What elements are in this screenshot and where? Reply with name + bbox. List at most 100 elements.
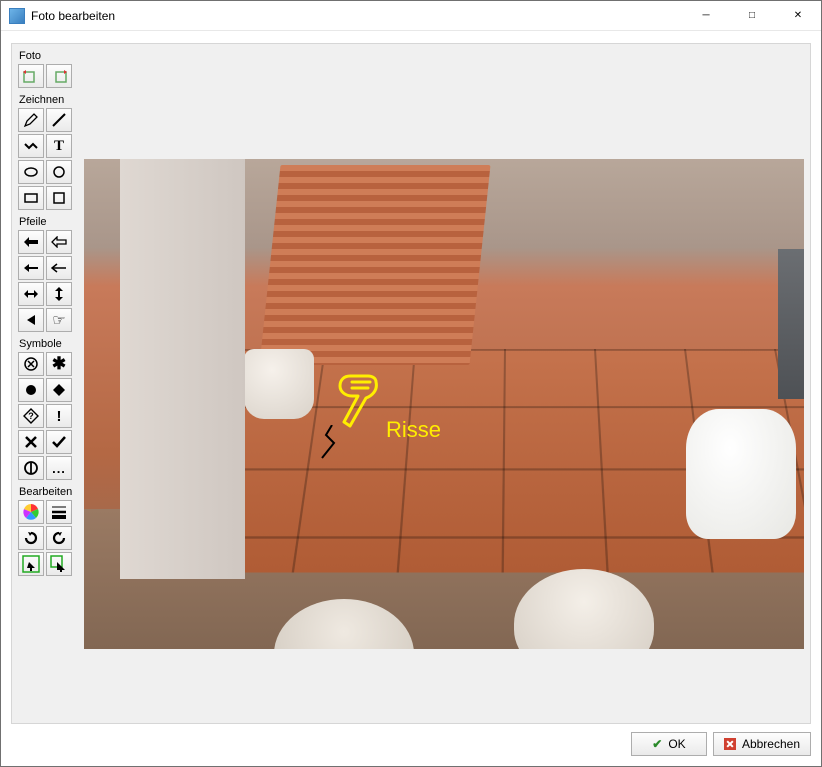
color-wheel-icon — [22, 503, 40, 521]
rect-button[interactable] — [18, 186, 44, 210]
pencil-button[interactable] — [18, 108, 44, 132]
select-out-button[interactable] — [46, 552, 72, 576]
line-button[interactable] — [46, 108, 72, 132]
ok-button[interactable]: ✔ OK — [631, 732, 707, 756]
pointing-hand-button[interactable]: ☞ — [46, 308, 72, 332]
redo-icon — [23, 530, 39, 546]
circle-x-button[interactable] — [18, 352, 44, 376]
photo-bucket-1 — [244, 349, 314, 419]
ok-label: OK — [668, 737, 685, 751]
select-in-icon — [22, 555, 40, 573]
section-bearbeiten: Bearbeiten — [18, 486, 74, 576]
arrow-solid-left-button[interactable] — [18, 230, 44, 254]
circle-x-icon — [23, 356, 39, 372]
photo-tile-stack — [259, 165, 490, 365]
line-icon — [51, 112, 67, 128]
line-weight-button[interactable] — [46, 500, 72, 524]
dot-icon — [23, 382, 39, 398]
canvas-container: Risse — [78, 44, 810, 723]
section-label: Zeichnen — [18, 94, 74, 106]
text-button[interactable]: T — [46, 134, 72, 158]
rotate-right-icon — [50, 68, 68, 84]
section-symbole: Symbole ✱ ? — [18, 338, 74, 480]
window-controls: ─ □ ✕ — [683, 1, 821, 30]
asterisk-button[interactable]: ✱ — [46, 352, 72, 376]
diamond-icon — [52, 383, 66, 397]
undo-button[interactable] — [46, 526, 72, 550]
minimize-button[interactable]: ─ — [683, 1, 729, 30]
triangle-left-button[interactable] — [18, 308, 44, 332]
cancel-icon — [724, 738, 736, 750]
dialog-buttons: ✔ OK Abbrechen — [631, 732, 811, 756]
work-area: Foto — [12, 44, 810, 723]
ellipsis-icon: ... — [52, 461, 66, 476]
exclaim-icon: ! — [57, 408, 62, 425]
section-foto: Foto — [18, 50, 74, 88]
ellipse-button[interactable] — [18, 160, 44, 184]
toolbox: Foto — [12, 44, 78, 723]
arrow-double-v-icon — [54, 286, 64, 302]
line-weight-icon — [51, 505, 67, 519]
select-in-button[interactable] — [18, 552, 44, 576]
arrow-thin-open-icon — [51, 263, 67, 273]
exclaim-button[interactable]: ! — [46, 404, 72, 428]
annotation-pointer-icon — [336, 374, 382, 432]
dot-button[interactable] — [18, 378, 44, 402]
circle-bar-button[interactable] — [18, 456, 44, 480]
rotate-left-icon — [22, 68, 40, 84]
section-zeichnen: Zeichnen T — [18, 94, 74, 210]
content-frame: Foto — [11, 43, 811, 724]
rect-icon — [23, 190, 39, 206]
section-label: Bearbeiten — [18, 486, 74, 498]
circle-button[interactable] — [46, 160, 72, 184]
diamond-button[interactable] — [46, 378, 72, 402]
arrow-outline-left-button[interactable] — [46, 230, 72, 254]
arrow-thin-open-button[interactable] — [46, 256, 72, 280]
asterisk-icon: ✱ — [52, 354, 66, 374]
section-label: Pfeile — [18, 216, 74, 228]
arrow-thin-filled-button[interactable] — [18, 256, 44, 280]
arrow-double-h-icon — [23, 289, 39, 299]
arrow-solid-left-icon — [23, 236, 39, 248]
image-canvas[interactable]: Risse — [84, 159, 804, 649]
app-icon — [9, 8, 25, 24]
zigzag-button[interactable] — [18, 134, 44, 158]
rotate-right-button[interactable] — [46, 64, 72, 88]
cancel-button[interactable]: Abbrechen — [713, 732, 811, 756]
question-diamond-button[interactable]: ? — [18, 404, 44, 428]
circle-icon — [51, 164, 67, 180]
section-label: Foto — [18, 50, 74, 62]
square-icon — [51, 190, 67, 206]
window-title: Foto bearbeiten — [31, 9, 683, 23]
photo-pillar — [120, 159, 245, 579]
close-button[interactable]: ✕ — [775, 1, 821, 30]
pointing-hand-icon: ☞ — [52, 311, 65, 329]
x-mark-button[interactable] — [18, 430, 44, 454]
pencil-icon — [23, 112, 39, 128]
color-wheel-button[interactable] — [18, 500, 44, 524]
section-label: Symbole — [18, 338, 74, 350]
title-bar: Foto bearbeiten ─ □ ✕ — [1, 1, 821, 31]
select-out-icon — [50, 555, 68, 573]
arrow-outline-left-icon — [51, 236, 67, 248]
arrow-double-v-button[interactable] — [46, 282, 72, 306]
check-icon: ✔ — [652, 737, 662, 751]
section-pfeile: Pfeile — [18, 216, 74, 332]
check-button[interactable] — [46, 430, 72, 454]
zigzag-icon — [23, 138, 39, 154]
photo-bag — [686, 409, 796, 539]
ellipse-icon — [23, 164, 39, 180]
redo-button[interactable] — [18, 526, 44, 550]
triangle-left-icon — [25, 314, 37, 326]
x-mark-icon — [24, 435, 38, 449]
maximize-button[interactable]: □ — [729, 1, 775, 30]
square-button[interactable] — [46, 186, 72, 210]
rotate-left-button[interactable] — [18, 64, 44, 88]
undo-icon — [51, 530, 67, 546]
arrow-thin-filled-icon — [23, 263, 39, 273]
question-diamond-icon: ? — [23, 408, 39, 424]
arrow-double-h-button[interactable] — [18, 282, 44, 306]
circle-bar-icon — [23, 460, 39, 476]
svg-text:?: ? — [28, 411, 34, 421]
more-button[interactable]: ... — [46, 456, 72, 480]
